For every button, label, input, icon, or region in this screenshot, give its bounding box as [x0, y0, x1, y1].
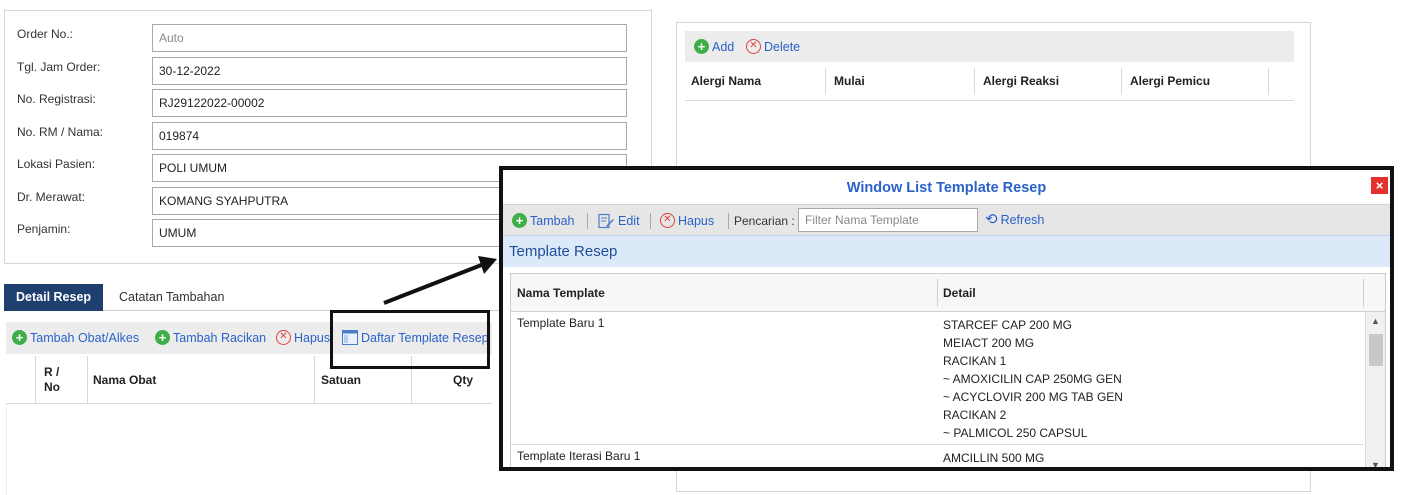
- add-compound-label: Tambah Racikan: [173, 330, 267, 345]
- detail-line: AMCILLIN 500 MG: [943, 451, 1045, 465]
- template-delete-button[interactable]: ✕ Hapus: [660, 213, 714, 228]
- registration-no-label: No. Registrasi:: [17, 92, 96, 106]
- registration-no-field[interactable]: RJ29122022-00002: [152, 89, 627, 117]
- col-allergy-name[interactable]: Alergi Nama: [685, 62, 761, 101]
- detail-line: ~ ACYCLOVIR 200 MG TAB GEN: [943, 390, 1123, 404]
- plus-circle-icon: +: [694, 39, 709, 54]
- window-toolbar: + Tambah Edit ✕ Hapus Pencarian : ⟲ Refr…: [503, 204, 1390, 235]
- recipe-table-body: [6, 404, 492, 495]
- scroll-up-icon[interactable]: ▲: [1371, 316, 1380, 326]
- refresh-button[interactable]: ⟲ Refresh: [985, 211, 1045, 228]
- col-qty[interactable]: Qty: [453, 373, 473, 387]
- order-date-label: Tgl. Jam Order:: [17, 60, 101, 74]
- detail-line: ~ AMOXICILIN CAP 250MG GEN: [943, 372, 1122, 386]
- template-add-button[interactable]: + Tambah: [512, 213, 574, 228]
- close-icon[interactable]: ×: [1371, 177, 1388, 194]
- detail-line: ~ PALMICOL 250 CAPSUL: [943, 426, 1088, 440]
- detail-line: STARCEF CAP 200 MG: [943, 318, 1072, 332]
- allergy-add-label: Add: [712, 39, 735, 54]
- table-row[interactable]: Template Baru 1 STARCEF CAP 200 MG MEIAC…: [511, 312, 1363, 445]
- template-edit-button[interactable]: Edit: [598, 213, 640, 229]
- order-date-field[interactable]: 30-12-2022: [152, 57, 627, 85]
- allergy-table-header: Alergi Nama Mulai Alergi Reaksi Alergi P…: [685, 62, 1294, 101]
- template-table: Nama Template Detail Template Baru 1 STA…: [510, 273, 1386, 467]
- patient-location-label: Lokasi Pasien:: [17, 157, 96, 171]
- template-detail: STARCEF CAP 200 MG MEIACT 200 MG RACIKAN…: [943, 316, 1123, 442]
- col-template-detail[interactable]: Detail: [943, 286, 976, 300]
- guarantor-label: Penjamin:: [17, 222, 71, 236]
- close-circle-icon: ✕: [660, 213, 675, 228]
- allergy-delete-button[interactable]: ✕ Delete: [746, 39, 800, 54]
- window-title: Window List Template Resep: [846, 180, 1047, 196]
- close-circle-icon: ✕: [276, 330, 291, 345]
- col-allergy-start[interactable]: Mulai: [828, 62, 865, 101]
- refresh-icon: ⟲: [985, 211, 998, 228]
- template-detail: AMCILLIN 500 MG: [943, 449, 1044, 467]
- refresh-label: Refresh: [1000, 213, 1045, 227]
- order-no-label: Order No.:: [17, 27, 74, 41]
- annotation-highlight-box: [330, 310, 490, 369]
- search-input[interactable]: [798, 208, 978, 232]
- edit-icon: [598, 213, 614, 229]
- allergy-delete-label: Delete: [764, 39, 801, 54]
- template-edit-label: Edit: [618, 214, 640, 228]
- template-table-header: Nama Template Detail: [511, 274, 1385, 312]
- recipe-delete-button[interactable]: ✕ Hapus: [276, 330, 330, 345]
- template-name: Template Baru 1: [517, 316, 605, 330]
- vertical-scrollbar[interactable]: ▲ ▼: [1365, 312, 1385, 467]
- rm-name-field[interactable]: 019874: [152, 122, 627, 150]
- detail-line: RACIKAN 2: [943, 408, 1007, 422]
- add-drug-button[interactable]: + Tambah Obat/Alkes: [12, 330, 139, 345]
- order-no-field[interactable]: Auto: [152, 24, 627, 52]
- add-drug-label: Tambah Obat/Alkes: [30, 330, 140, 345]
- template-list-window: Window List Template Resep × + Tambah Ed…: [499, 166, 1394, 471]
- scroll-down-icon[interactable]: ▼: [1371, 460, 1380, 467]
- scrollbar-thumb[interactable]: [1369, 334, 1383, 366]
- col-drug-name[interactable]: Nama Obat: [93, 373, 156, 387]
- template-delete-label: Hapus: [678, 213, 715, 228]
- col-template-name[interactable]: Nama Template: [517, 286, 605, 300]
- col-allergy-trigger[interactable]: Alergi Pemicu: [1124, 62, 1210, 101]
- section-title: Template Resep: [503, 235, 1390, 267]
- detail-line: MEIACT 200 MG: [943, 336, 1035, 350]
- col-allergy-reaction[interactable]: Alergi Reaksi: [977, 62, 1059, 101]
- table-row[interactable]: Template Iterasi Baru 1 AMCILLIN 500 MG: [511, 445, 1363, 467]
- allergy-toolbar: + Add ✕ Delete: [685, 31, 1294, 62]
- tab-catatan-tambahan[interactable]: Catatan Tambahan: [107, 284, 236, 311]
- template-name: Template Iterasi Baru 1: [517, 449, 641, 463]
- close-circle-icon: ✕: [746, 39, 761, 54]
- col-unit[interactable]: Satuan: [321, 373, 361, 387]
- recipe-delete-label: Hapus: [294, 330, 331, 345]
- plus-circle-icon: +: [155, 330, 170, 345]
- rm-name-label: No. RM / Nama:: [17, 125, 104, 139]
- plus-circle-icon: +: [512, 213, 527, 228]
- search-label: Pencarian :: [734, 214, 795, 228]
- col-r-no[interactable]: R / No: [44, 365, 60, 395]
- detail-line: RACIKAN 1: [943, 354, 1007, 368]
- add-compound-button[interactable]: + Tambah Racikan: [155, 330, 266, 345]
- tab-detail-resep[interactable]: Detail Resep: [4, 284, 104, 311]
- allergy-add-button[interactable]: + Add: [694, 39, 734, 54]
- template-add-label: Tambah: [530, 213, 575, 228]
- plus-circle-icon: +: [12, 330, 27, 345]
- doctor-label: Dr. Merawat:: [17, 190, 86, 204]
